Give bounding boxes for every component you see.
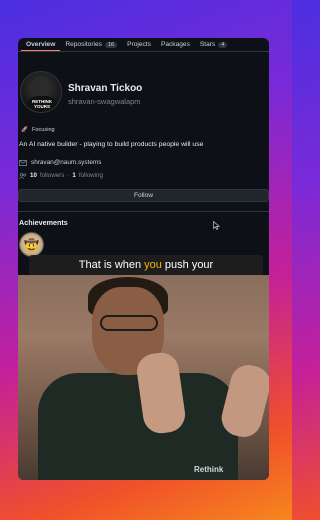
profile-name: Shravan Tickoo: [68, 83, 143, 94]
tab-stars-label: Stars: [199, 41, 216, 48]
status-badge[interactable]: 🚀 Focusing: [21, 127, 55, 133]
people-icon: [19, 172, 27, 179]
tab-packages[interactable]: Packages: [156, 38, 195, 51]
section-divider: [18, 211, 269, 212]
rocket-icon: 🚀: [21, 127, 28, 133]
caption-before: That is when: [78, 259, 142, 271]
achievement-badge[interactable]: 🤠: [19, 232, 44, 257]
right-hand: [217, 361, 269, 441]
avatar[interactable]: RETHINK YOURS: [20, 71, 62, 113]
profile-tabs: Overview Repositories 16 Projects Package…: [18, 38, 269, 52]
tab-overview[interactable]: Overview: [21, 38, 61, 51]
mail-icon: [19, 159, 27, 166]
tab-repositories[interactable]: Repositories 16: [60, 38, 122, 51]
tab-projects-label: Projects: [127, 41, 151, 48]
tab-overview-label: Overview: [26, 40, 56, 48]
email-text: shravan@naum.systems: [31, 159, 102, 166]
stars-count-badge: 4: [218, 41, 228, 48]
repositories-count-badge: 16: [104, 41, 118, 48]
tab-repositories-label: Repositories: [65, 41, 102, 48]
tab-projects[interactable]: Projects: [122, 38, 156, 51]
status-text: Focusing: [31, 127, 55, 133]
webcam-video: Rethink: [18, 275, 269, 480]
followers-count[interactable]: 10: [30, 172, 37, 179]
tab-packages-label: Packages: [160, 41, 190, 48]
person-shirt: [38, 373, 238, 480]
tab-stars[interactable]: Stars 4: [195, 38, 232, 51]
subtitle-caption: That is when you push your: [29, 255, 263, 275]
avatar-shirt-text: RETHINK YOURS: [26, 96, 58, 112]
avatar-face: [32, 77, 50, 97]
follow-stats: 10 followers · 1 following: [19, 172, 103, 179]
mouse-cursor-icon: [213, 221, 220, 230]
follow-button[interactable]: Follow: [18, 189, 269, 202]
achievements-heading: Achievements: [19, 218, 68, 227]
profile-bio: An AI native builder - playing to build …: [19, 141, 204, 148]
cowboy-badge-icon: 🤠: [24, 237, 39, 252]
glasses-icon: [100, 315, 158, 331]
followers-label[interactable]: followers: [40, 172, 64, 179]
shirt-logo: Rethink: [194, 465, 224, 474]
caption-highlight: you: [144, 259, 162, 271]
profile-email[interactable]: shravan@naum.systems: [19, 159, 101, 166]
follow-separator: ·: [67, 172, 70, 179]
following-count[interactable]: 1: [72, 172, 75, 179]
caption-after: push your: [164, 259, 214, 271]
profile-handle: shravan-swagwalapm: [68, 97, 141, 106]
following-label[interactable]: following: [79, 172, 103, 179]
